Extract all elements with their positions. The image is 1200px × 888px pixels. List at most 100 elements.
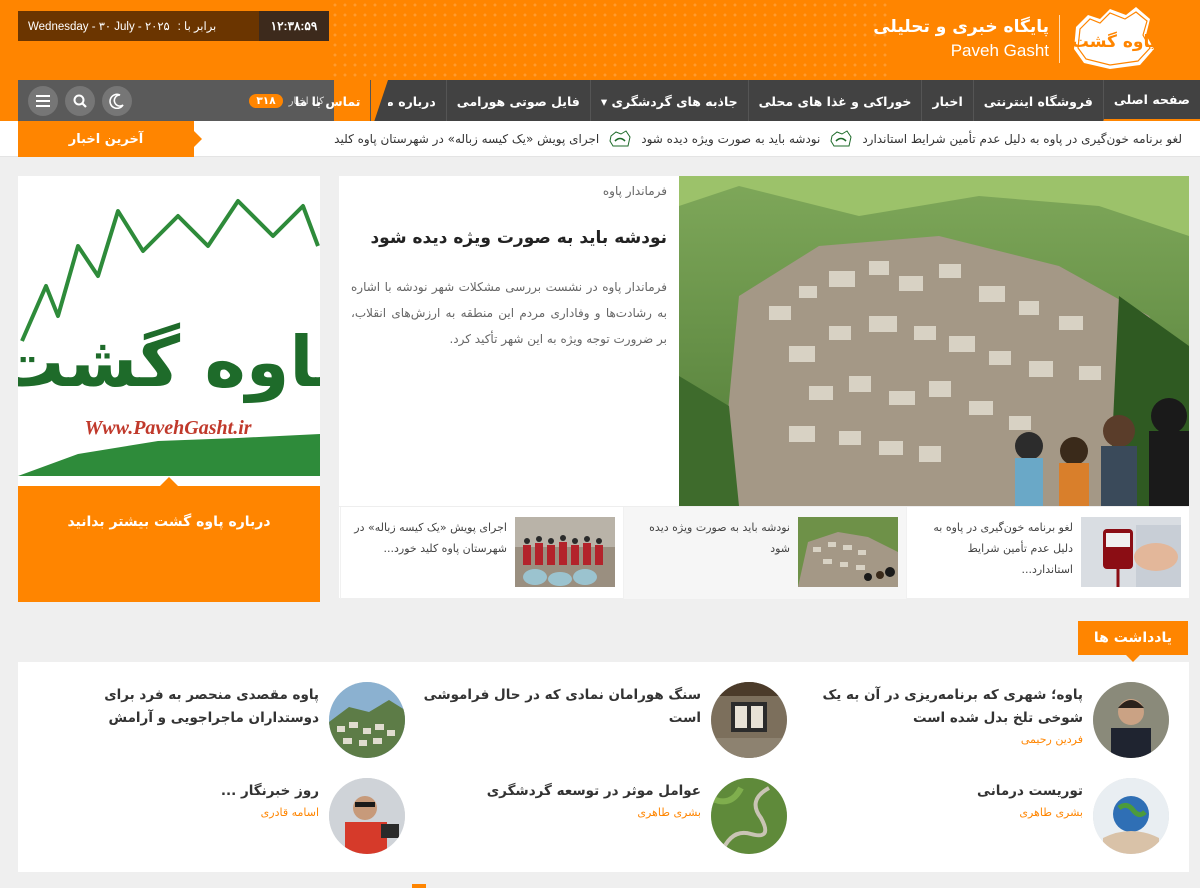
note-body: عوامل موثر در توسعه گردشگری بشری طاهری xyxy=(417,778,701,819)
featured-title[interactable]: نودشه باید به صورت ویژه دیده شود xyxy=(351,228,667,248)
sub-news-card[interactable]: لغو برنامه خون‌گیری در پاوه به دلیل عدم … xyxy=(906,507,1189,599)
author-photo xyxy=(1093,682,1169,758)
clock: ۱۲:۳۸:۵۹ xyxy=(259,11,329,41)
sub-news-thumb[interactable] xyxy=(515,517,615,587)
nav-item-shop[interactable]: فروشگاه اینترنتی xyxy=(972,80,1103,122)
note-title[interactable]: پاوه مقصدی منحصر به فرد برای دوستداران م… xyxy=(35,684,319,730)
header-pattern xyxy=(330,0,890,78)
note-title[interactable]: عوامل موثر در توسعه گردشگری xyxy=(417,780,701,803)
site-header: Wednesday - ۳۰ July - ۲۰۲۵ برابر با : ۱۲… xyxy=(0,0,1200,122)
note-title[interactable]: روز خبرنگار ... xyxy=(35,780,319,803)
note-body: سنگ هورامان نمادی که در حال فراموشی است xyxy=(417,682,701,730)
featured-excerpt: فرماندار پاوه در نشست بررسی مشکلات شهر ن… xyxy=(351,280,667,346)
nav-item-attractions[interactable]: جاذبه های گردشگری ▾ xyxy=(589,80,748,122)
blood-bag-image xyxy=(1081,517,1181,587)
search-button[interactable] xyxy=(65,86,95,116)
note-card[interactable]: پاوه؛ شهری که برنامه‌ریزی در آن به یک شو… xyxy=(799,682,1169,762)
ticker-item[interactable]: اجرای پویش «یک کیسه زباله» در شهرستان پا… xyxy=(334,132,599,146)
note-thumb[interactable] xyxy=(329,682,405,758)
news-count-badge: ۳۱۸ xyxy=(249,94,283,108)
logo-wordmark: پاوه گشت xyxy=(18,321,320,404)
winding-road-photo xyxy=(711,778,787,854)
brand-text: پایگاه خبری و تحلیلی Paveh Gasht xyxy=(873,17,1049,61)
village-thumb-image xyxy=(798,517,898,587)
about-box[interactable]: پاوه گشت Www.PavehGasht.ir درباره پاوه گ… xyxy=(18,176,320,602)
date-display: Wednesday - ۳۰ July - ۲۰۲۵ برابر با : xyxy=(18,19,216,33)
date-text: Wednesday - ۳۰ July - ۲۰۲۵ xyxy=(28,21,170,33)
site-logo-small-icon xyxy=(830,130,852,147)
bottom-accent xyxy=(412,884,426,888)
note-author[interactable]: فردین رحیمی xyxy=(799,733,1083,746)
nav-item-local-food[interactable]: خوراکی و غذا های محلی xyxy=(747,80,922,122)
nav-item-home[interactable]: صفحه اصلی xyxy=(1102,80,1200,122)
nav-item-news[interactable]: اخبار xyxy=(921,80,972,122)
site-title-fa: پایگاه خبری و تحلیلی xyxy=(873,17,1049,37)
sub-news-title[interactable]: لغو برنامه خون‌گیری در پاوه به دلیل عدم … xyxy=(915,517,1073,580)
site-logo-text: پاوه گشت xyxy=(1072,31,1156,52)
note-thumb[interactable] xyxy=(1093,778,1169,854)
sub-news-card[interactable]: نودشه باید به صورت ویژه دیده شود xyxy=(623,507,906,599)
site-title-en: Paveh Gasht xyxy=(950,41,1049,60)
dark-mode-toggle[interactable] xyxy=(102,86,132,116)
village-photo xyxy=(679,176,1189,506)
site-logo[interactable]: پاوه گشت xyxy=(1070,5,1158,73)
featured-image[interactable] xyxy=(679,176,1189,506)
note-card[interactable]: سنگ هورامان نمادی که در حال فراموشی است xyxy=(417,682,787,762)
note-title[interactable]: توریست درمانی xyxy=(799,780,1083,803)
date-label: برابر با : xyxy=(177,21,217,33)
featured-text: فرماندار پاوه نودشه باید به صورت ویژه دی… xyxy=(339,176,679,506)
search-icon xyxy=(73,94,87,108)
ticker-track: لغو برنامه خون‌گیری در پاوه به دلیل عدم … xyxy=(200,121,1182,157)
moon-icon xyxy=(109,93,124,109)
sub-news-title[interactable]: نودشه باید به صورت ویژه دیده شود xyxy=(632,517,790,559)
note-thumb[interactable] xyxy=(711,778,787,854)
main-nav: کل اخبار ۳۱۸ صفحه اصلی فروشگاه اینترنتی … xyxy=(18,80,1200,122)
nav-item-contact[interactable]: تماس با ما xyxy=(285,80,371,122)
note-body: پاوه؛ شهری که برنامه‌ریزی در آن به یک شو… xyxy=(799,682,1083,746)
globe-hands-photo xyxy=(1093,778,1169,854)
sub-news-card[interactable]: اجرای پویش «یک کیسه زباله» در شهرستان پا… xyxy=(340,507,623,599)
note-card[interactable]: روز خبرنگار ... اسامه قادری xyxy=(35,778,405,858)
ticker-title: آخرین اخبار xyxy=(18,121,202,157)
brand-divider xyxy=(1059,15,1060,63)
note-title[interactable]: سنگ هورامان نمادی که در حال فراموشی است xyxy=(417,684,701,730)
site-logo-small-icon xyxy=(609,130,631,147)
author-photo xyxy=(329,778,405,854)
featured-category[interactable]: فرماندار پاوه xyxy=(351,184,667,198)
ticker-item[interactable]: نودشه باید به صورت ویژه دیده شود xyxy=(641,132,820,146)
nav-menu: صفحه اصلی فروشگاه اینترنتی اخبار خوراکی … xyxy=(295,80,1200,122)
brand[interactable]: پایگاه خبری و تحلیلی Paveh Gasht پاوه گش… xyxy=(873,4,1158,74)
about-cta[interactable]: درباره پاوه گشت بیشتر بدانید xyxy=(67,514,270,530)
ticker-item[interactable]: لغو برنامه خون‌گیری در پاوه به دلیل عدم … xyxy=(862,132,1182,146)
sub-news-row: لغو برنامه خون‌گیری در پاوه به دلیل عدم … xyxy=(339,506,1189,599)
nav-item-about[interactable]: درباره ما xyxy=(370,80,445,122)
stone-house-photo xyxy=(711,682,787,758)
sub-news-title[interactable]: اجرای پویش «یک کیسه زباله» در شهرستان پا… xyxy=(349,517,507,559)
note-author[interactable]: بشری طاهری xyxy=(799,806,1083,819)
notes-panel: پاوه؛ شهری که برنامه‌ریزی در آن به یک شو… xyxy=(18,662,1189,872)
sub-news-thumb[interactable] xyxy=(798,517,898,587)
nav-item-audio[interactable]: فایل صوتی هورامی xyxy=(445,80,590,122)
note-card[interactable]: پاوه مقصدی منحصر به فرد برای دوستداران م… xyxy=(35,682,405,762)
menu-button[interactable] xyxy=(28,86,58,116)
note-thumb[interactable] xyxy=(711,682,787,758)
note-body: پاوه مقصدی منحصر به فرد برای دوستداران م… xyxy=(35,682,319,730)
note-body: توریست درمانی بشری طاهری xyxy=(799,778,1083,819)
note-card[interactable]: توریست درمانی بشری طاهری xyxy=(799,778,1169,858)
paveh-gasht-logo: پاوه گشت Www.PavehGasht.ir xyxy=(18,176,320,486)
logo-url: Www.PavehGasht.ir xyxy=(84,417,251,439)
note-title[interactable]: پاوه؛ شهری که برنامه‌ریزی در آن به یک شو… xyxy=(799,684,1083,730)
featured-article[interactable]: فرماندار پاوه نودشه باید به صورت ویژه دی… xyxy=(339,176,1189,506)
note-card[interactable]: عوامل موثر در توسعه گردشگری بشری طاهری xyxy=(417,778,787,858)
sub-news-thumb[interactable] xyxy=(1081,517,1181,587)
notes-heading: یادداشت ها xyxy=(1077,621,1188,662)
author-avatar[interactable] xyxy=(1093,682,1169,758)
date-bar: Wednesday - ۳۰ July - ۲۰۲۵ برابر با : ۱۲… xyxy=(18,11,329,41)
note-body: روز خبرنگار ... اسامه قادری xyxy=(35,778,319,819)
author-avatar[interactable] xyxy=(329,778,405,854)
news-ticker: آخرین اخبار لغو برنامه خون‌گیری در پاوه … xyxy=(0,121,1200,157)
cleanup-group-image xyxy=(515,517,615,587)
note-author[interactable]: بشری طاهری xyxy=(417,806,701,819)
about-cta-panel: درباره پاوه گشت بیشتر بدانید xyxy=(18,477,320,602)
note-author[interactable]: اسامه قادری xyxy=(35,806,319,819)
